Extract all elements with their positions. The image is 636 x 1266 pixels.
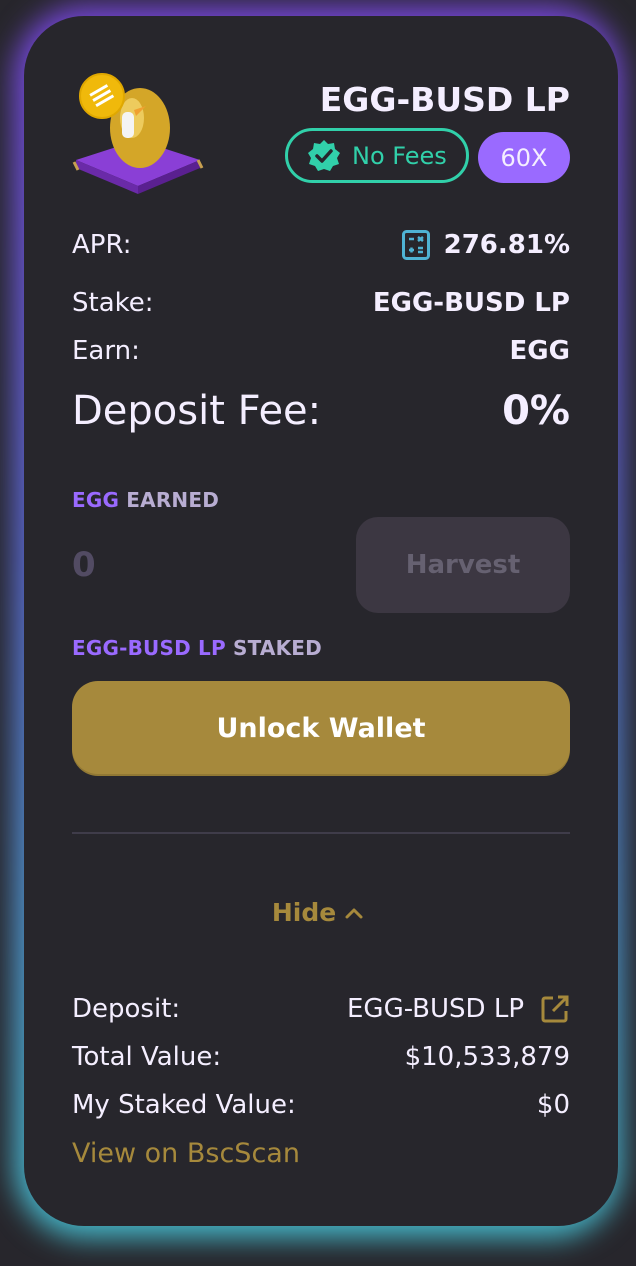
- total-value: $10,533,879: [404, 1042, 570, 1072]
- stake-row: Stake: EGG-BUSD LP: [72, 288, 570, 318]
- deposit-link[interactable]: EGG-BUSD LP: [347, 994, 524, 1024]
- no-fees-badge: No Fees: [285, 128, 469, 183]
- apr-row: APR: 276.81%: [72, 230, 570, 260]
- stake-label: Stake:: [72, 288, 154, 318]
- view-on-bscscan-link[interactable]: View on BscScan: [72, 1138, 300, 1169]
- staked-suffix: STAKED: [233, 636, 322, 660]
- deposit-fee-value: 0%: [502, 388, 570, 434]
- staked-section-label: EGG-BUSD LP STAKED: [72, 636, 322, 660]
- verified-check-icon: [308, 139, 340, 171]
- golden-egg-icon: [72, 73, 204, 194]
- earn-row: Earn: EGG: [72, 336, 570, 366]
- deposit-fee-row: Deposit Fee: 0%: [72, 388, 570, 434]
- external-link-icon[interactable]: [540, 994, 570, 1024]
- no-fees-label: No Fees: [352, 141, 447, 170]
- farm-title: EGG-BUSD LP: [319, 80, 570, 119]
- earn-label: Earn:: [72, 336, 140, 366]
- farm-logo: [72, 70, 204, 196]
- earned-token: EGG: [72, 488, 120, 512]
- divider: [72, 832, 570, 834]
- my-staked-row: My Staked Value: $0: [72, 1090, 570, 1120]
- my-staked-value: $0: [536, 1090, 570, 1120]
- deposit-label: Deposit:: [72, 994, 181, 1024]
- apr-label: APR:: [72, 230, 132, 260]
- apr-value: 276.81%: [443, 230, 570, 260]
- staked-token: EGG-BUSD LP: [72, 636, 226, 660]
- harvest-button[interactable]: Harvest: [356, 517, 570, 613]
- earned-suffix: EARNED: [126, 488, 220, 512]
- my-staked-label: My Staked Value:: [72, 1090, 296, 1120]
- earned-amount: 0: [72, 545, 96, 585]
- total-value-row: Total Value: $10,533,879: [72, 1042, 570, 1072]
- earned-section-label: EGG EARNED: [72, 488, 219, 512]
- total-value-label: Total Value:: [72, 1042, 222, 1072]
- multiplier-badge: 60X: [478, 132, 570, 183]
- stake-value: EGG-BUSD LP: [372, 288, 570, 318]
- hide-details-toggle[interactable]: Hide: [0, 898, 636, 927]
- unlock-wallet-button[interactable]: Unlock Wallet: [72, 681, 570, 776]
- deposit-fee-label: Deposit Fee:: [72, 388, 322, 434]
- chevron-up-icon: [345, 908, 363, 918]
- deposit-row: Deposit: EGG-BUSD LP: [72, 994, 570, 1024]
- hide-label: Hide: [271, 898, 337, 927]
- calculator-icon[interactable]: [401, 230, 430, 260]
- earn-value: EGG: [509, 336, 570, 366]
